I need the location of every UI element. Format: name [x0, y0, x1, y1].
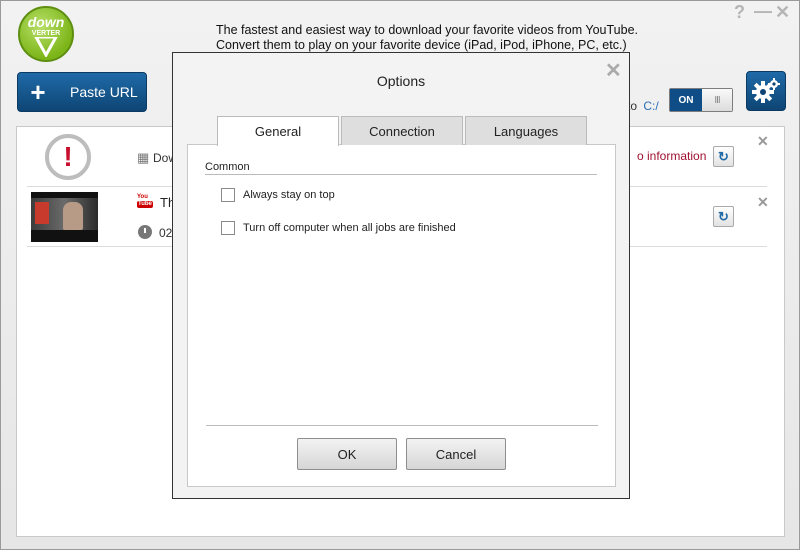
group-label-common: Common — [205, 161, 250, 173]
dialog-close-icon[interactable]: ✕ — [605, 58, 622, 83]
downverter-logo: down VERTER — [18, 6, 74, 62]
logo-top-text: down — [27, 14, 65, 30]
logo-bottom-text: VERTER — [31, 30, 61, 37]
plus-icon: + — [30, 76, 46, 107]
toggle-grip: III — [702, 89, 732, 111]
convert-toggle[interactable]: ON III — [669, 88, 733, 112]
checkbox[interactable] — [221, 188, 235, 202]
error-icon: ! — [45, 134, 91, 180]
film-icon: ▦ — [137, 150, 150, 165]
tab-general[interactable]: General — [217, 116, 339, 146]
options-dialog: Options ✕ General Connection Languages C… — [172, 52, 630, 499]
footer-divider — [206, 425, 598, 426]
cancel-button[interactable]: Cancel — [406, 438, 506, 470]
options-tabs: General Connection Languages — [217, 116, 587, 146]
dialog-title: Options — [376, 73, 426, 89]
option-always-on-top[interactable]: Always stay on top — [221, 188, 335, 202]
save-to-path-link[interactable]: C:/ — [643, 99, 658, 113]
settings-button[interactable] — [746, 71, 786, 111]
refresh-icon[interactable]: ↻ — [713, 206, 734, 227]
item-status: o information — [637, 149, 707, 163]
tagline-line-2: Convert them to play on your favorite de… — [216, 38, 627, 52]
remove-item-icon[interactable]: ✕ — [757, 194, 769, 211]
help-button[interactable]: ? — [734, 2, 745, 23]
group-divider — [205, 174, 597, 175]
option-turn-off-computer[interactable]: Turn off computer when all jobs are fini… — [221, 221, 456, 235]
toggle-on-label: ON — [670, 89, 702, 111]
video-duration: 02 — [159, 226, 173, 240]
tab-languages[interactable]: Languages — [465, 116, 587, 145]
tagline-line-1: The fastest and easiest way to download … — [216, 23, 639, 37]
option-label: Turn off computer when all jobs are fini… — [243, 222, 456, 234]
close-window-button[interactable]: ✕ — [775, 2, 790, 23]
refresh-icon[interactable]: ↻ — [713, 146, 734, 167]
tab-connection[interactable]: Connection — [341, 116, 463, 145]
youtube-icon: You Tube — [137, 194, 153, 208]
option-label: Always stay on top — [243, 189, 335, 201]
paste-url-label: Paste URL — [70, 84, 138, 100]
app-window: down VERTER The fastest and easiest way … — [0, 0, 800, 550]
ok-button[interactable]: OK — [297, 438, 397, 470]
tagline: The fastest and easiest way to download … — [216, 23, 638, 53]
remove-item-icon[interactable]: ✕ — [757, 133, 769, 150]
checkbox[interactable] — [221, 221, 235, 235]
logo-arrow-icon — [34, 37, 58, 57]
video-thumbnail — [31, 192, 98, 242]
minimize-button[interactable]: — — [754, 1, 772, 22]
gear-icon — [752, 78, 780, 103]
paste-url-button[interactable]: + Paste URL — [17, 72, 147, 112]
save-to-location: to C:/ — [627, 99, 659, 113]
clock-icon — [138, 225, 152, 239]
